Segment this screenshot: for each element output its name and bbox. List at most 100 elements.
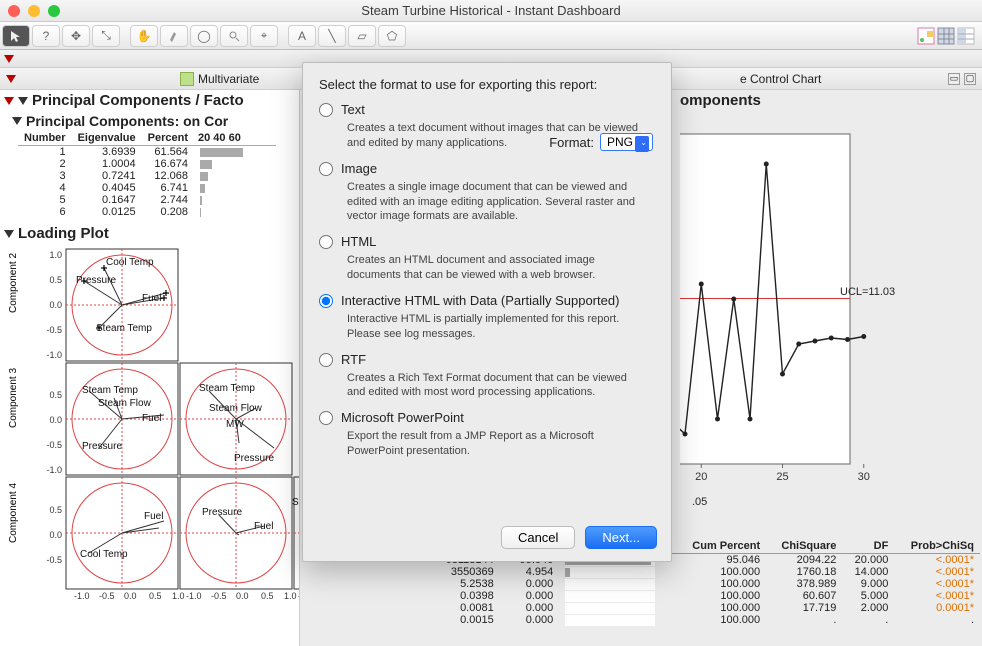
table-row: 60.01250.208 [18, 206, 276, 218]
panel-maximize-icon[interactable]: ▢ [964, 73, 976, 85]
svg-text:-1.0: -1.0 [46, 350, 62, 360]
black-disclosure-icon[interactable] [4, 230, 14, 238]
grid-partial-icon[interactable] [956, 26, 976, 46]
svg-text:-1.0: -1.0 [46, 465, 62, 475]
svg-text:Pressure: Pressure [82, 441, 122, 452]
grid-full-icon[interactable] [936, 26, 956, 46]
shape-tool[interactable]: ▱ [348, 25, 376, 47]
lasso-tool[interactable]: ◯ [190, 25, 218, 47]
ucl-label: UCL=11.03 [840, 286, 895, 298]
line-tool[interactable]: ╲ [318, 25, 346, 47]
svg-text:0.5: 0.5 [149, 591, 162, 601]
zoom-tool[interactable] [220, 25, 248, 47]
panel-minimize-icon[interactable]: ▭ [948, 73, 960, 85]
svg-text:Pressure: Pressure [202, 507, 242, 518]
svg-text:Pressure: Pressure [234, 453, 274, 464]
svg-text:Steam Flow: Steam Flow [98, 398, 152, 409]
svg-text:-0.5: -0.5 [211, 591, 227, 601]
format-select[interactable]: PNG [600, 133, 653, 151]
svg-text:1.0: 1.0 [49, 250, 62, 260]
table-row: 21.000416.674 [18, 158, 276, 170]
option-powerpoint[interactable]: Microsoft PowerPoint [319, 410, 655, 425]
table-row: 13.693961.564 [18, 146, 276, 159]
black-disclosure-icon[interactable] [18, 97, 28, 105]
section-title-loading: Loading Plot [18, 225, 109, 242]
option-rtf-desc: Creates a Rich Text Format document that… [347, 371, 647, 401]
svg-text:-1.0: -1.0 [298, 591, 300, 601]
svg-text:Cool Temp: Cool Temp [106, 257, 154, 268]
resize-tool[interactable]: ⤡ [92, 25, 120, 47]
crop-tool[interactable]: ⌖ [250, 25, 278, 47]
svg-text:Steam Temp: Steam Temp [199, 383, 255, 394]
svg-text:0.0: 0.0 [49, 530, 62, 540]
eigenvalue-table: Number Eigenvalue Percent 20 40 60 13.69… [18, 131, 276, 218]
crosshair-tool[interactable]: ✥ [62, 25, 90, 47]
svg-text:Fuel: Fuel [254, 521, 273, 532]
toolbar: ? ✥ ⤡ ✋ ◯ ⌖ A ╲ ▱ ⬠ [0, 22, 982, 50]
svg-text:MW: MW [226, 419, 244, 430]
option-rtf[interactable]: RTF [319, 352, 655, 367]
option-image-desc: Creates a single image document that can… [347, 180, 647, 225]
image-format-row: Format: PNG [549, 133, 653, 151]
svg-text:0.5: 0.5 [49, 390, 62, 400]
col-percent: Percent [142, 131, 194, 146]
svg-text:-0.5: -0.5 [46, 555, 62, 565]
red-disclosure-icon[interactable] [4, 97, 14, 105]
option-text[interactable]: Text [319, 102, 655, 117]
table-row: 35503694.954 100.0001760.1814.000<.0001* [420, 566, 980, 578]
col-eigenvalue: Eigenvalue [72, 131, 142, 146]
option-image[interactable]: Image [319, 161, 655, 176]
svg-text:0.0: 0.0 [49, 300, 62, 310]
svg-text:20: 20 [695, 471, 707, 483]
table-row: 40.40456.741 [18, 182, 276, 194]
loading-plot-matrix[interactable]: -1.0 -0.5 0.0 0.5 1.0 -1.0 -0.5 0.0 0.5 1.0 -1.0… [4, 243, 300, 603]
red-disclosure-icon[interactable] [4, 55, 14, 63]
next-button[interactable]: Next... [585, 526, 657, 549]
svg-text:0.5: 0.5 [49, 275, 62, 285]
polygon-tool[interactable]: ⬠ [378, 25, 406, 47]
option-powerpoint-desc: Export the result from a JMP Report as a… [347, 429, 647, 459]
svg-text:Cool Temp: Cool Temp [80, 549, 128, 560]
table-row: 50.16472.744 [18, 194, 276, 206]
lcl-label: .05 [692, 496, 707, 508]
table-row: 0.00150.000 100.000... [420, 614, 980, 626]
option-interactive-html[interactable]: Interactive HTML with Data (Partially Su… [319, 293, 655, 308]
svg-text:0.5: 0.5 [49, 505, 62, 515]
svg-text:1.0: 1.0 [172, 591, 185, 601]
brush-tool[interactable] [160, 25, 188, 47]
svg-text:Component 3: Component 3 [8, 368, 19, 428]
section-pc-corr: Principal Components: on Cor [8, 111, 299, 131]
section-title-pc-main: Principal Components / Facto [32, 92, 244, 109]
svg-text:30: 30 [858, 471, 870, 483]
svg-text:1.0: 1.0 [284, 591, 297, 601]
svg-text:Pressure: Pressure [76, 275, 116, 286]
panel-title-multivariate: Multivariate [198, 72, 259, 86]
svg-text:-1.0: -1.0 [74, 591, 90, 601]
table-row: 5.25380.000 100.000378.9899.000<.0001* [420, 578, 980, 590]
svg-text:-1.0: -1.0 [186, 591, 202, 601]
svg-text:-0.5: -0.5 [46, 325, 62, 335]
svg-text:25: 25 [776, 471, 788, 483]
hand-tool[interactable]: ✋ [130, 25, 158, 47]
dialog-prompt: Select the format to use for exporting t… [319, 77, 655, 92]
red-disclosure-icon[interactable] [6, 75, 16, 83]
control-chart[interactable]: 20 25 30 [680, 124, 982, 494]
section-title-components: omponents [680, 92, 761, 109]
titlebar: Steam Turbine Historical - Instant Dashb… [0, 0, 982, 22]
table-row: 0.00810.000 100.00017.7192.0000.0001* [420, 602, 980, 614]
arrow-tool[interactable] [2, 25, 30, 47]
text-annotation-tool[interactable]: A [288, 25, 316, 47]
dashboard-icon[interactable] [916, 26, 936, 46]
section-loading-plot: Loading Plot [0, 224, 299, 243]
jmp-report-icon [180, 72, 194, 86]
format-label: Format: [549, 135, 594, 150]
left-report-pane: Principal Components / Facto Principal C… [0, 90, 300, 646]
black-disclosure-icon[interactable] [12, 117, 22, 125]
col-barticks: 20 40 60 [194, 131, 276, 146]
svg-text:0.0: 0.0 [49, 415, 62, 425]
export-format-dialog: Select the format to use for exporting t… [302, 62, 672, 562]
panel-title-controlchart: e Control Chart [740, 72, 821, 86]
help-tool[interactable]: ? [32, 25, 60, 47]
cancel-button[interactable]: Cancel [501, 526, 575, 549]
option-html[interactable]: HTML [319, 234, 655, 249]
